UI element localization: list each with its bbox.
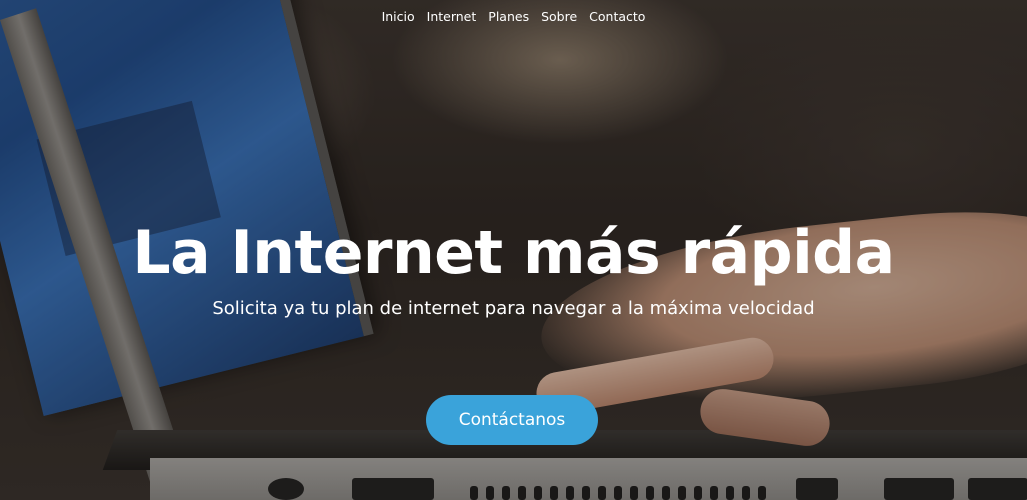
hero-section: Inicio Internet Planes Sobre Contacto La… bbox=[0, 0, 1027, 500]
nav-item-internet[interactable]: Internet bbox=[427, 7, 477, 26]
main-nav: Inicio Internet Planes Sobre Contacto bbox=[0, 7, 1027, 26]
nav-item-inicio[interactable]: Inicio bbox=[382, 7, 415, 26]
nav-item-sobre[interactable]: Sobre bbox=[541, 7, 577, 26]
hero-title: La Internet más rápida bbox=[132, 218, 895, 288]
nav-item-contacto[interactable]: Contacto bbox=[589, 7, 645, 26]
nav-item-planes[interactable]: Planes bbox=[488, 7, 529, 26]
hero-subtitle: Solicita ya tu plan de internet para nav… bbox=[212, 298, 815, 319]
contact-button[interactable]: Contáctanos bbox=[426, 395, 598, 445]
